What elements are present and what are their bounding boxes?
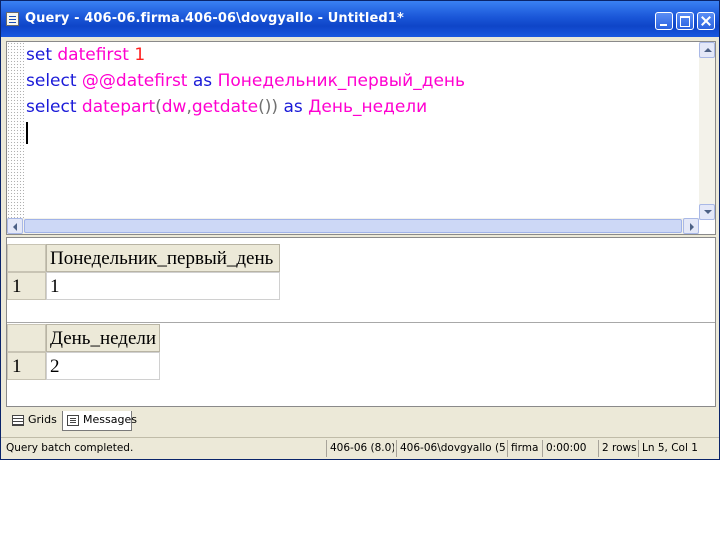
code-token: Понедельник_первый_день: [217, 71, 466, 91]
arrow-right-icon: [690, 223, 694, 231]
scroll-down-button[interactable]: [699, 204, 715, 220]
sql-code[interactable]: set datefirst 1 select @@datefirst as Пон…: [26, 42, 696, 220]
sql-editor[interactable]: set datefirst 1 select @@datefirst as Пон…: [6, 41, 716, 235]
code-token: dw: [161, 97, 187, 117]
vertical-scrollbar[interactable]: [699, 42, 715, 220]
results-tabs: Grids Messages: [6, 409, 716, 435]
status-database: firma: [507, 440, 541, 457]
code-token: @@datefirst: [81, 71, 188, 91]
grid-icon: [12, 415, 24, 426]
tab-messages[interactable]: Messages: [62, 411, 137, 431]
status-user: 406-06\dovgyallo (53): [396, 440, 506, 457]
text-cursor: [26, 122, 28, 144]
code-token: select: [26, 97, 77, 117]
grid2-value-cell[interactable]: 2: [46, 352, 160, 380]
status-position: Ln 5, Col 1: [638, 440, 717, 457]
arrow-down-icon: [704, 210, 712, 214]
code-line-1[interactable]: set datefirst 1: [26, 42, 696, 68]
code-token: datepart: [81, 97, 156, 117]
grid-separator: [7, 322, 715, 323]
code-token: as: [283, 97, 303, 117]
close-button[interactable]: [697, 12, 715, 30]
status-rows: 2 rows: [598, 440, 638, 457]
code-token: datefirst: [57, 45, 129, 65]
scroll-right-button[interactable]: [683, 218, 699, 234]
code-token: ()): [258, 97, 279, 117]
grid2-column-header[interactable]: День_недели: [46, 324, 160, 352]
code-token: as: [192, 71, 213, 91]
query-document-icon: [6, 12, 19, 26]
code-line-2[interactable]: select @@datefirst as Понедельник_первый…: [26, 68, 696, 94]
horizontal-scroll-thumb[interactable]: [24, 219, 682, 233]
tab-grids[interactable]: Grids: [8, 411, 62, 431]
code-token: select: [26, 71, 77, 91]
status-elapsed: 0:00:00: [542, 440, 598, 457]
grid2-row-number[interactable]: 1: [7, 352, 46, 380]
code-token: (: [155, 97, 162, 117]
grid1-corner: [7, 244, 46, 272]
window-title: Query - 406-06.firma.406-06\dovgyallo - …: [25, 11, 404, 26]
scroll-left-button[interactable]: [7, 218, 23, 234]
code-line-3[interactable]: select datepart(dw,getdate()) as День_не…: [26, 94, 696, 120]
maximize-button[interactable]: [676, 12, 694, 30]
status-message: Query batch completed.: [6, 442, 134, 454]
grid1-value-cell[interactable]: 1: [46, 272, 280, 300]
code-token: День_недели: [308, 97, 428, 117]
minimize-button[interactable]: [655, 12, 673, 30]
arrow-up-icon: [704, 48, 712, 52]
code-token: set: [26, 45, 52, 65]
grid2-corner: [7, 324, 46, 352]
title-bar[interactable]: Query - 406-06.firma.406-06\dovgyallo - …: [1, 1, 719, 37]
status-bar: Query batch completed. 406-06 (8.0) 406-…: [1, 437, 719, 459]
editor-gutter: [7, 42, 24, 220]
results-pane: Понедельник_первый_день 1 1 День_недели …: [6, 237, 716, 407]
horizontal-scrollbar[interactable]: [7, 218, 699, 234]
status-server: 406-06 (8.0): [326, 440, 394, 457]
grid1-column-header[interactable]: Понедельник_первый_день: [46, 244, 280, 272]
query-window: Query - 406-06.firma.406-06\dovgyallo - …: [0, 0, 720, 460]
code-token: 1: [134, 45, 146, 65]
code-token: getdate: [191, 97, 259, 117]
messages-icon: [67, 415, 79, 426]
grid1-row-number[interactable]: 1: [7, 272, 46, 300]
tab-messages-label: Messages: [83, 413, 137, 426]
code-line-cursor[interactable]: [26, 120, 696, 146]
arrow-left-icon: [13, 223, 17, 231]
scroll-up-button[interactable]: [699, 42, 715, 58]
tab-grids-label: Grids: [28, 413, 57, 426]
